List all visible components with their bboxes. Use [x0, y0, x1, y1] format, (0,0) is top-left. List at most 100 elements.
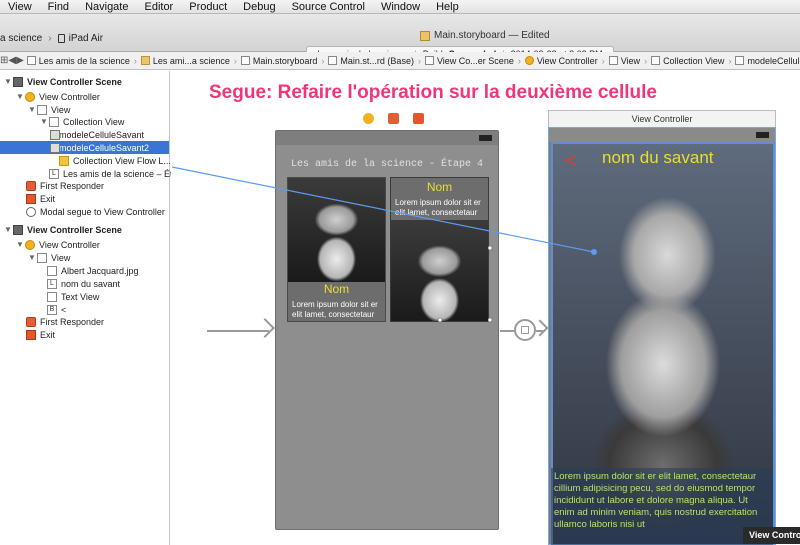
image-view-icon — [47, 265, 57, 276]
first-responder-icon — [26, 316, 36, 327]
first-responder-icon[interactable] — [388, 113, 399, 124]
menu-navigate[interactable]: Navigate — [77, 0, 136, 14]
scheme-name: a science — [0, 33, 43, 44]
scene1-view-controller[interactable]: Les amis de la science - Étape 4 Nom Lor… — [275, 130, 499, 530]
cell-savant-2[interactable]: Nom Lorem ipsum dolor sit er elit lamet,… — [390, 177, 489, 322]
outline-cell2-selected[interactable]: ▶ modeleCelluleSavant2 — [0, 141, 169, 154]
view-controller-icon[interactable] — [363, 113, 374, 124]
menu-bar: View Find Navigate Editor Product Debug … — [0, 0, 800, 14]
outline-text-view[interactable]: Text View — [47, 290, 99, 303]
outline-label: First Responder — [40, 180, 105, 191]
outline-label: Exit — [40, 329, 56, 340]
menu-debug[interactable]: Debug — [235, 0, 283, 14]
document-outline: ▼ View Controller Scene ▼ View Controlle… — [0, 71, 180, 545]
cell-savant-1[interactable]: Nom Lorem ipsum dolor sit er elit lamet,… — [287, 177, 386, 322]
exit-icon[interactable] — [413, 113, 424, 124]
cell-name-label: Nom — [323, 282, 350, 296]
outline-segue[interactable]: Modal segue to View Controller — [26, 205, 165, 218]
storyboard-icon — [240, 56, 250, 65]
status-bar — [549, 128, 775, 142]
cell-description: Lorem ipsum dolor sit er elit lamet, con… — [292, 300, 378, 319]
scene-icon — [13, 224, 23, 235]
outline-label: Modal segue to View Controller — [40, 206, 165, 217]
storyboard-icon — [328, 56, 338, 65]
crumb-storyboard[interactable]: Main.storyboard — [238, 56, 321, 66]
segue-inner-icon — [521, 326, 529, 334]
outline-label: Collection View Flow L... — [73, 155, 171, 166]
crumb-base[interactable]: Main.st...rd (Base) — [325, 56, 417, 66]
disclosure-open-icon[interactable]: ▼ — [28, 253, 37, 262]
menu-view[interactable]: View — [0, 0, 40, 14]
crumb-label: View — [620, 55, 641, 66]
outline-cell1[interactable]: ▶ modeleCelluleSavant — [50, 128, 144, 141]
scene1-dock — [363, 113, 424, 124]
menu-source-control[interactable]: Source Control — [284, 0, 373, 14]
view-icon — [608, 56, 618, 65]
outline-image-view[interactable]: Albert Jacquard.jpg — [47, 264, 139, 277]
outline-label: View Controller — [39, 239, 100, 250]
disclosure-open-icon[interactable]: ▼ — [16, 92, 25, 101]
crumb-scene[interactable]: View Co...er Scene — [422, 56, 517, 66]
outline-label: View Controller — [39, 91, 100, 102]
disclosure-open-icon[interactable]: ▼ — [4, 77, 13, 86]
ipad-icon — [57, 34, 65, 43]
outline-label: View Controller Scene — [27, 224, 122, 235]
crumb-project[interactable]: Les amis de la science — [24, 56, 133, 66]
scene-icon — [424, 56, 434, 65]
crumb-view[interactable]: View — [606, 56, 643, 66]
scene1-title-label: Les amis de la science - Étape 4 — [290, 159, 484, 170]
scheme-selector[interactable]: a science › iPad Air — [0, 33, 103, 44]
back-arrow-icon[interactable]: ◀ — [8, 55, 16, 66]
crumb-cell[interactable]: modeleCelluleS — [732, 56, 800, 66]
folder-icon — [140, 56, 150, 65]
scene2-title-bar[interactable]: View Controller — [548, 110, 776, 127]
menu-window[interactable]: Window — [373, 0, 428, 14]
disclosure-open-icon[interactable]: ▼ — [28, 105, 37, 114]
crumb-group[interactable]: Les ami...a science — [138, 56, 233, 66]
outline-label: View — [51, 104, 71, 115]
outline-scene2-vc[interactable]: ▼ View Controller — [16, 238, 100, 251]
outline-label: View Controller Scene — [27, 76, 122, 87]
outline-label: First Responder — [40, 316, 105, 327]
view-icon — [37, 104, 47, 115]
disclosure-open-icon[interactable]: ▼ — [16, 240, 25, 249]
outline-label: Les amis de la science – Ét... — [63, 168, 181, 179]
jump-bar: ⊞ ◀ ▶ Les amis de la science › Les ami..… — [0, 52, 800, 70]
related-items-icon[interactable]: ⊞ — [0, 55, 8, 66]
outline-scene2[interactable]: ▼ View Controller Scene — [4, 223, 169, 236]
crumb-label: Main.storyboard — [252, 55, 318, 66]
outline-scene2-view[interactable]: ▼ View — [28, 251, 70, 264]
crumb-label: Main.st...rd (Base) — [340, 55, 414, 66]
tutorial-annotation: Segue: Refaire l'opération sur la deuxiè… — [209, 82, 658, 103]
project-icon — [26, 56, 36, 65]
outline-scene1[interactable]: ▼ View Controller Scene — [4, 75, 169, 88]
outline-scene1-vc[interactable]: ▼ View Controller — [16, 90, 100, 103]
outline-name-label[interactable]: L nom du savant — [47, 277, 120, 290]
menu-product[interactable]: Product — [181, 0, 235, 14]
menu-find[interactable]: Find — [40, 0, 77, 14]
button-icon: B — [47, 304, 57, 315]
outline-label: Albert Jacquard.jpg — [61, 265, 139, 276]
disclosure-open-icon[interactable]: ▼ — [4, 225, 13, 234]
crumb-label: modeleCelluleS — [747, 55, 800, 66]
chevron-right-icon: › — [48, 33, 52, 44]
outline-collection-view[interactable]: ▼ Collection View — [40, 115, 124, 128]
first-responder-icon — [26, 180, 36, 191]
outline-label: View — [51, 252, 71, 263]
outline-first-responder-2[interactable]: First Responder — [26, 315, 104, 328]
exit-icon — [26, 329, 36, 340]
back-button[interactable]: < — [565, 150, 577, 173]
disclosure-open-icon[interactable]: ▼ — [40, 117, 49, 126]
outline-flow-layout[interactable]: Collection View Flow L... — [59, 154, 171, 167]
menu-help[interactable]: Help — [428, 0, 467, 14]
outline-exit-2[interactable]: Exit — [26, 328, 55, 341]
label-icon: L — [47, 278, 57, 289]
crumb-view-controller[interactable]: View Controller — [522, 56, 601, 66]
outline-label: Collection View — [63, 116, 125, 127]
crumb-collection-view[interactable]: Collection View — [648, 56, 727, 66]
outline-first-responder[interactable]: First Responder — [26, 179, 104, 192]
forward-arrow-icon[interactable]: ▶ — [16, 55, 24, 66]
outline-exit[interactable]: Exit — [26, 192, 55, 205]
menu-editor[interactable]: Editor — [136, 0, 181, 14]
view-controller-icon — [25, 91, 35, 102]
